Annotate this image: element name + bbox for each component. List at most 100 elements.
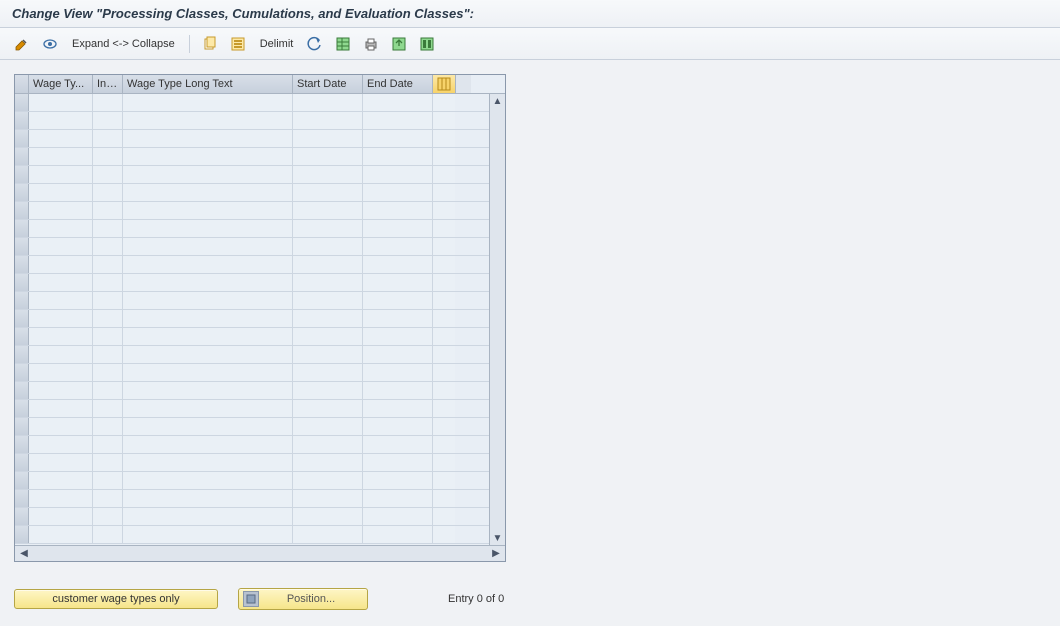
vertical-scrollbar[interactable]: ▲ ▼ xyxy=(489,94,505,545)
cell-end-date[interactable] xyxy=(363,112,433,129)
scroll-left-icon[interactable]: ◀ xyxy=(17,547,31,561)
cell-end-date[interactable] xyxy=(363,400,433,417)
select-all-column[interactable] xyxy=(15,75,29,93)
cell-end-date[interactable] xyxy=(363,364,433,381)
cell-long-text[interactable] xyxy=(123,526,293,543)
cell-wage-type[interactable] xyxy=(29,256,93,273)
cell-start-date[interactable] xyxy=(293,364,363,381)
row-selector[interactable] xyxy=(15,202,29,219)
cell-wage-type[interactable] xyxy=(29,346,93,363)
cell-end-date[interactable] xyxy=(363,472,433,489)
delimit-button[interactable]: Delimit xyxy=(254,38,300,50)
other-view-icon[interactable] xyxy=(38,34,62,54)
cell-inf[interactable] xyxy=(93,292,123,309)
cell-wage-type[interactable] xyxy=(29,400,93,417)
cell-wage-type[interactable] xyxy=(29,418,93,435)
cell-wage-type[interactable] xyxy=(29,184,93,201)
row-selector[interactable] xyxy=(15,148,29,165)
cell-wage-type[interactable] xyxy=(29,526,93,543)
variant-icon[interactable] xyxy=(415,34,439,54)
table-row[interactable] xyxy=(15,490,489,508)
cell-long-text[interactable] xyxy=(123,202,293,219)
cell-start-date[interactable] xyxy=(293,220,363,237)
cell-end-date[interactable] xyxy=(363,256,433,273)
cell-long-text[interactable] xyxy=(123,256,293,273)
cell-wage-type[interactable] xyxy=(29,94,93,111)
table-row[interactable] xyxy=(15,130,489,148)
cell-end-date[interactable] xyxy=(363,202,433,219)
cell-long-text[interactable] xyxy=(123,94,293,111)
row-selector[interactable] xyxy=(15,508,29,525)
cell-inf[interactable] xyxy=(93,166,123,183)
cell-long-text[interactable] xyxy=(123,436,293,453)
cell-end-date[interactable] xyxy=(363,526,433,543)
table-row[interactable] xyxy=(15,112,489,130)
table-row[interactable] xyxy=(15,454,489,472)
cell-inf[interactable] xyxy=(93,184,123,201)
cell-start-date[interactable] xyxy=(293,472,363,489)
row-selector[interactable] xyxy=(15,490,29,507)
export-icon[interactable] xyxy=(387,34,411,54)
cell-long-text[interactable] xyxy=(123,184,293,201)
cell-end-date[interactable] xyxy=(363,382,433,399)
table-row[interactable] xyxy=(15,382,489,400)
cell-start-date[interactable] xyxy=(293,418,363,435)
cell-long-text[interactable] xyxy=(123,112,293,129)
cell-inf[interactable] xyxy=(93,202,123,219)
table-row[interactable] xyxy=(15,256,489,274)
cell-inf[interactable] xyxy=(93,526,123,543)
cell-wage-type[interactable] xyxy=(29,130,93,147)
table-row[interactable] xyxy=(15,292,489,310)
cell-long-text[interactable] xyxy=(123,130,293,147)
cell-long-text[interactable] xyxy=(123,508,293,525)
horizontal-scrollbar[interactable]: ◀ ▶ xyxy=(15,545,505,561)
cell-start-date[interactable] xyxy=(293,436,363,453)
cell-long-text[interactable] xyxy=(123,454,293,471)
cell-start-date[interactable] xyxy=(293,328,363,345)
table-row[interactable] xyxy=(15,436,489,454)
cell-start-date[interactable] xyxy=(293,274,363,291)
scroll-up-icon[interactable]: ▲ xyxy=(491,94,505,108)
cell-end-date[interactable] xyxy=(363,310,433,327)
cell-start-date[interactable] xyxy=(293,454,363,471)
copy-icon[interactable] xyxy=(198,34,222,54)
table-row[interactable] xyxy=(15,418,489,436)
cell-wage-type[interactable] xyxy=(29,220,93,237)
cell-long-text[interactable] xyxy=(123,274,293,291)
position-button[interactable]: Position... xyxy=(238,588,368,610)
cell-inf[interactable] xyxy=(93,148,123,165)
cell-inf[interactable] xyxy=(93,382,123,399)
cell-long-text[interactable] xyxy=(123,346,293,363)
row-selector[interactable] xyxy=(15,130,29,147)
expand-collapse-button[interactable]: Expand <-> Collapse xyxy=(66,38,181,50)
cell-end-date[interactable] xyxy=(363,184,433,201)
cell-inf[interactable] xyxy=(93,418,123,435)
row-selector[interactable] xyxy=(15,418,29,435)
cell-long-text[interactable] xyxy=(123,148,293,165)
cell-long-text[interactable] xyxy=(123,238,293,255)
cell-inf[interactable] xyxy=(93,238,123,255)
cell-wage-type[interactable] xyxy=(29,166,93,183)
cell-start-date[interactable] xyxy=(293,166,363,183)
table-row[interactable] xyxy=(15,238,489,256)
cell-inf[interactable] xyxy=(93,490,123,507)
cell-inf[interactable] xyxy=(93,364,123,381)
cell-inf[interactable] xyxy=(93,310,123,327)
cell-long-text[interactable] xyxy=(123,400,293,417)
row-selector[interactable] xyxy=(15,94,29,111)
table-row[interactable] xyxy=(15,148,489,166)
cell-start-date[interactable] xyxy=(293,508,363,525)
row-selector[interactable] xyxy=(15,400,29,417)
cell-start-date[interactable] xyxy=(293,256,363,273)
row-selector[interactable] xyxy=(15,238,29,255)
cell-inf[interactable] xyxy=(93,508,123,525)
cell-start-date[interactable] xyxy=(293,202,363,219)
cell-long-text[interactable] xyxy=(123,292,293,309)
table-row[interactable] xyxy=(15,346,489,364)
row-selector[interactable] xyxy=(15,310,29,327)
table-row[interactable] xyxy=(15,202,489,220)
cell-long-text[interactable] xyxy=(123,382,293,399)
table-row[interactable] xyxy=(15,526,489,544)
cell-long-text[interactable] xyxy=(123,490,293,507)
cell-start-date[interactable] xyxy=(293,292,363,309)
